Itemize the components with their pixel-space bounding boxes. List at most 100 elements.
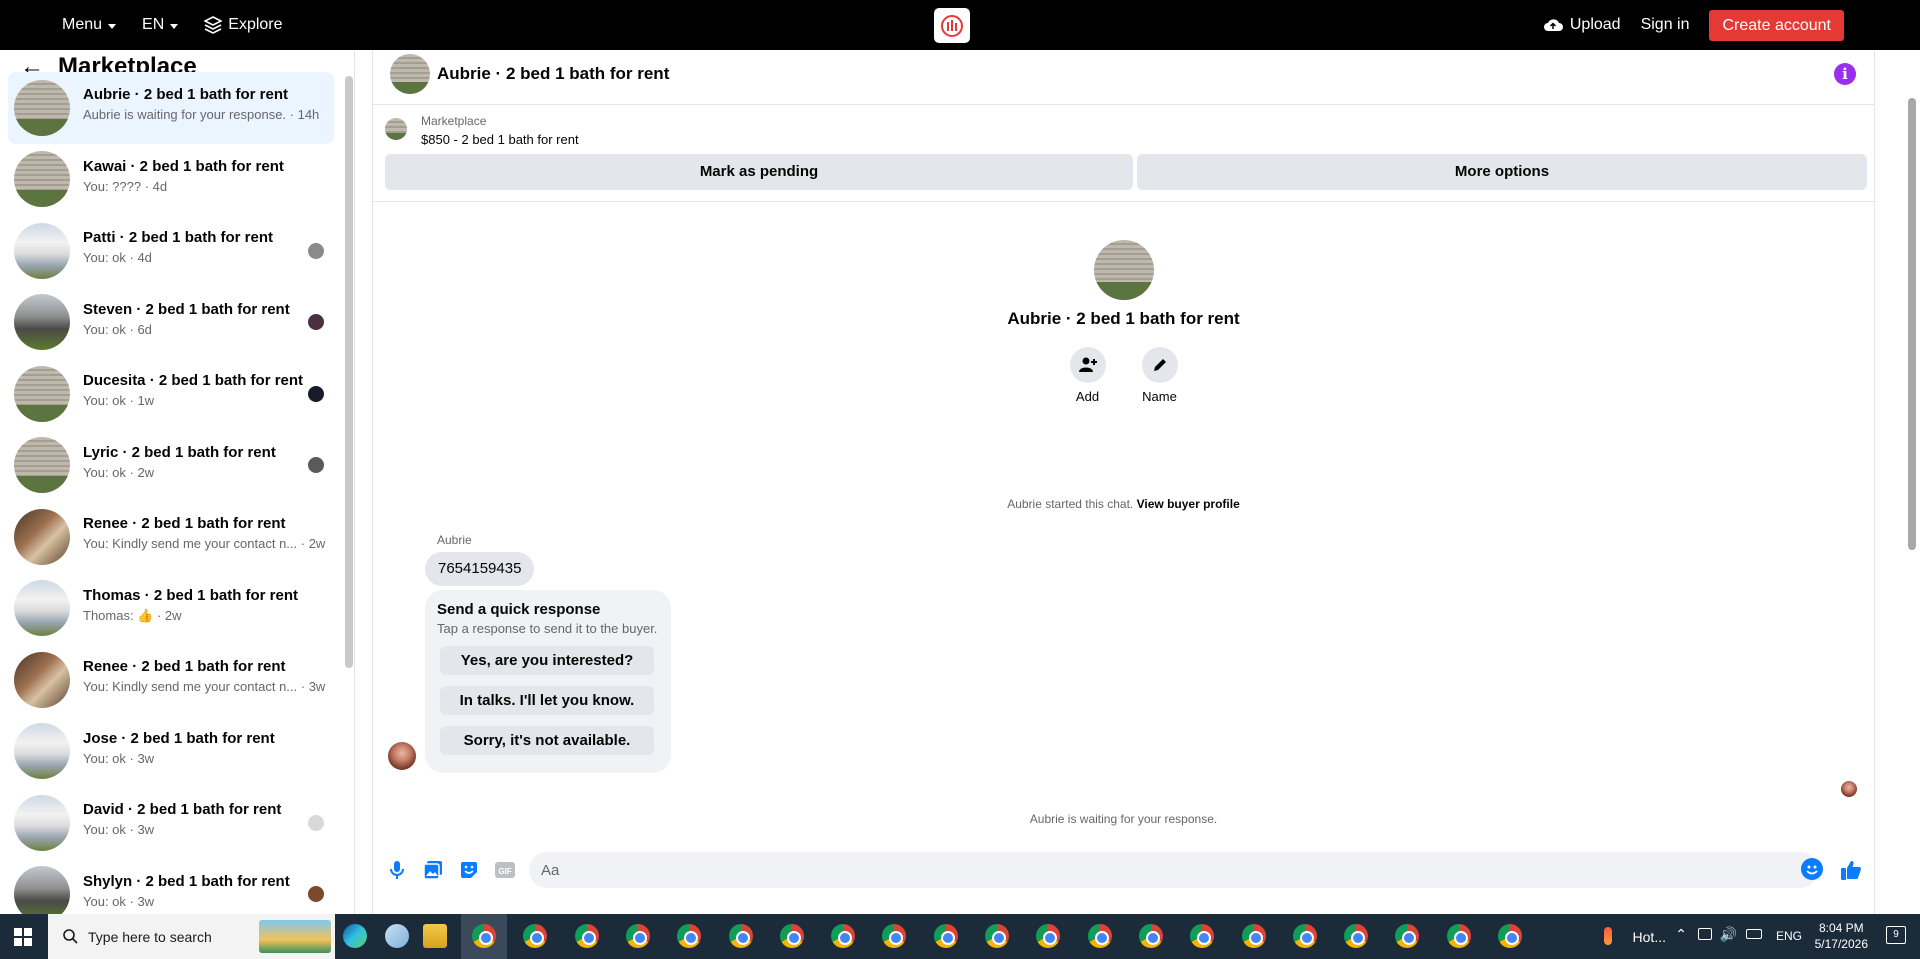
chrome-icon[interactable] [677,924,702,948]
conversation-title: Thomas · 2 bed 1 bath for rent [83,586,299,604]
conversation-preview: You: ok · 3w [83,893,155,909]
language-dropdown[interactable]: EN [142,16,179,34]
start-button[interactable] [0,914,46,959]
conversation-item[interactable]: Thomas · 2 bed 1 bath for rent Thomas: 👍 … [8,573,334,645]
conversation-item[interactable]: Renee · 2 bed 1 bath for rent You: Kindly… [8,644,334,716]
sticker-icon[interactable] [457,858,481,882]
conversation-item[interactable]: Ducesita · 2 bed 1 bath for rent You: ok … [8,358,334,430]
volume-icon[interactable]: 🔊 [1720,926,1737,943]
chrome-icon[interactable] [985,924,1009,948]
notification-count: 9 [1893,929,1899,940]
chrome-icon[interactable] [1036,924,1061,948]
sidebar-scrollbar[interactable] [345,76,353,668]
conversation-title: Renee · 2 bed 1 bath for rent [83,658,286,675]
conversation-thumbnail [14,651,70,708]
conversation-item[interactable]: Lyric · 2 bed 1 bath for rent You: ok · 2… [8,430,334,502]
chrome-icon[interactable] [728,924,753,948]
conversation-title: Aubrie · 2 bed 1 bath for rent [83,86,289,103]
message-input[interactable] [529,852,1818,888]
conversation-item[interactable]: Shylyn · 2 bed 1 bath for rent You: ok · … [8,859,334,914]
view-buyer-profile-link[interactable]: View buyer profile [1137,497,1240,511]
more-options-button[interactable]: More options [1137,154,1867,190]
conversation-item[interactable]: Kawai · 2 bed 1 bath for rent You: ???? ·… [8,144,334,216]
page-scrollbar[interactable] [1904,50,1920,914]
menu-dropdown[interactable]: Menu [62,16,117,34]
add-person-button[interactable]: Add [1069,347,1106,404]
paint-app-icon[interactable] [385,924,409,948]
conversation-item[interactable]: Patti · 2 bed 1 bath for rent You: ok · 4… [8,215,334,287]
chrome-icon[interactable] [1241,924,1266,948]
listing-bar[interactable]: Marketplace $850 - 2 bed 1 bath for rent [385,113,1865,147]
chrome-icon[interactable] [1498,924,1522,948]
conversation-preview: You: ok · 6d [83,321,152,337]
conversation-item[interactable]: Aubrie · 2 bed 1 bath for rent Aubrie is … [8,72,334,144]
conversation-preview: You: ???? · 4d [83,178,168,194]
info-icon[interactable]: i [1834,63,1856,85]
quick-response-button[interactable]: In talks. I'll let you know. [440,686,654,715]
explore-link[interactable]: Explore [204,16,283,34]
create-account-button[interactable]: Create account [1709,9,1844,41]
upload-button[interactable]: Upload [1543,16,1621,34]
weather-icon[interactable] [1604,927,1612,945]
listing-thumbnail[interactable] [390,54,430,94]
photo-icon[interactable] [421,858,445,882]
network-icon[interactable] [1698,928,1712,940]
page-scrollbar-thumb[interactable] [1908,98,1916,550]
taskbar-search[interactable]: Type here to search [48,914,335,959]
chrome-icon[interactable] [779,924,804,948]
conversation-item[interactable]: Renee · 2 bed 1 bath for rent You: Kindly… [8,501,334,573]
chrome-icon[interactable] [933,924,958,948]
message-bubble[interactable]: 7654159435 [425,552,535,586]
conversation-preview: You: ok · 3w [83,822,155,837]
gif-icon[interactable]: GIF [493,858,517,882]
notification-icon[interactable]: 9 [1886,926,1906,944]
conversation-thumbnail [14,437,70,494]
listing-price: $850 - 2 bed 1 bath for rent [421,132,579,147]
chat-panel: Aubrie · 2 bed 1 bath for rent i Marketp… [372,50,1875,914]
battery-icon[interactable] [1746,929,1762,939]
chrome-icon[interactable] [574,924,599,948]
waiting-notice: Aubrie is waiting for your response. [1029,812,1218,826]
sender-avatar[interactable] [388,742,416,770]
quick-response-button[interactable]: Yes, are you interested? [440,646,654,675]
weather-label[interactable]: Hot... [1633,929,1666,945]
clock-time: 8:04 PM [1818,921,1864,935]
conversation-intro: Aubrie · 2 bed 1 bath for rent Add Name [373,240,1874,404]
chat-started-notice: Aubrie started this chat. View buyer pro… [373,497,1874,511]
emoji-icon[interactable] [1801,858,1823,880]
chrome-icon[interactable] [1344,924,1369,948]
chrome-icon[interactable] [831,924,856,948]
chrome-icon[interactable] [1292,924,1317,948]
edit-name-button[interactable]: Name [1141,347,1178,404]
file-explorer-icon[interactable] [423,924,447,948]
conversation-preview: You: ok · 1w [83,393,155,408]
conversation-item[interactable]: Jose · 2 bed 1 bath for rent You: ok · 3w [8,716,334,788]
mark-as-pending-button[interactable]: Mark as pending [385,154,1133,190]
language-indicator[interactable]: ENG [1776,929,1802,943]
chrome-icon[interactable] [882,924,907,948]
taskbar-clock[interactable]: 8:04 PM 5/17/2026 [1815,920,1868,952]
site-logo[interactable] [934,8,970,43]
conversation-item[interactable]: Steven · 2 bed 1 bath for rent You: ok · … [8,287,334,359]
microphone-icon[interactable] [385,858,409,882]
chrome-icon[interactable] [1138,924,1163,948]
sign-in-link[interactable]: Sign in [1641,16,1690,34]
quick-response-button[interactable]: Sorry, it's not available. [440,726,654,755]
chrome-icon[interactable] [472,924,496,948]
chat-title[interactable]: Aubrie · 2 bed 1 bath for rent [437,64,669,84]
conversation-item[interactable]: David · 2 bed 1 bath for rent You: ok · 3… [8,787,334,859]
chevron-up-icon[interactable]: ⌃ [1675,926,1687,943]
conversation-title: Jose · 2 bed 1 bath for rent [83,729,275,747]
chrome-icon[interactable] [1190,924,1215,948]
edge-icon[interactable] [343,924,367,948]
chrome-icon[interactable] [523,924,548,948]
chrome-icon[interactable] [1395,924,1420,948]
sender-name: Aubrie [437,533,472,547]
marketplace-label: Marketplace [421,114,487,128]
conversation-text: Lyric · 2 bed 1 bath for rent You: ok · 2… [83,444,318,480]
thumbs-up-icon[interactable] [1839,858,1863,882]
chrome-icon[interactable] [1087,924,1112,948]
chrome-icon[interactable] [1446,924,1471,948]
menu-label: Menu [62,16,103,33]
chrome-icon[interactable] [625,924,650,948]
